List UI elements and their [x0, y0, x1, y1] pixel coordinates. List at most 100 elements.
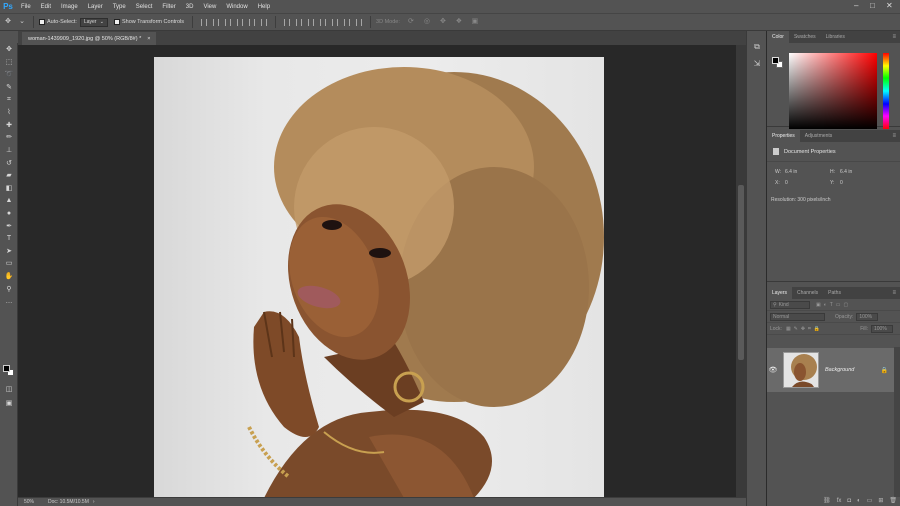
panel-menu-icon[interactable]: ≡ [892, 290, 896, 296]
zoom-level[interactable]: 50% [24, 499, 34, 505]
dodge-icon[interactable]: ● [0, 207, 18, 220]
close-tab-icon[interactable]: × [147, 36, 150, 42]
new-group-icon[interactable]: ▭ [867, 497, 873, 504]
type-icon[interactable]: T [0, 232, 18, 245]
path-select-icon[interactable]: ➤ [0, 245, 18, 258]
align-top-icon[interactable] [201, 18, 208, 26]
hue-slider[interactable] [883, 53, 889, 129]
y-value[interactable]: 0 [840, 180, 843, 186]
healing-icon[interactable]: ✚ [0, 119, 18, 132]
menu-file[interactable]: File [16, 4, 36, 10]
brush-icon[interactable]: ✏ [0, 131, 18, 144]
zoom-icon[interactable]: ⚲ [0, 282, 18, 295]
menu-type[interactable]: Type [108, 4, 131, 10]
3d-orbit-icon[interactable]: ⟳ [406, 17, 416, 27]
tab-swatches[interactable]: Swatches [789, 31, 821, 43]
panel-foreground-swatch[interactable] [772, 57, 779, 64]
distribute-vcenter-icon[interactable] [296, 18, 303, 26]
menu-help[interactable]: Help [253, 4, 275, 10]
move-icon[interactable]: ✥ [0, 43, 18, 56]
height-value[interactable]: 6.4 in [840, 169, 852, 175]
fill-field[interactable]: 100% [871, 324, 893, 333]
quick-select-icon[interactable]: ✎ [0, 81, 18, 94]
blend-mode-select[interactable]: Normal [770, 312, 825, 321]
color-picker-field[interactable] [789, 53, 877, 129]
menu-filter[interactable]: Filter [157, 4, 180, 10]
blur-icon[interactable]: ▲ [0, 194, 18, 207]
marquee-icon[interactable]: ⬚ [0, 56, 18, 69]
tab-adjustments[interactable]: Adjustments [800, 130, 838, 142]
move-tool-preset-icon[interactable]: ✥ [3, 17, 13, 27]
transform-controls-checkbox[interactable] [113, 19, 120, 25]
filter-type-icons[interactable]: ▣◐T▭▢ [816, 302, 851, 308]
history-brush-icon[interactable]: ↺ [0, 156, 18, 169]
tab-color[interactable]: Color [767, 31, 789, 43]
x-value[interactable]: 0 [785, 180, 830, 186]
menu-image[interactable]: Image [56, 4, 83, 10]
screen-mode-icon[interactable]: ▣ [0, 397, 18, 410]
layer-row-background[interactable]: 👁 Background 🔒 [767, 348, 894, 392]
menu-edit[interactable]: Edit [36, 4, 56, 10]
distribute-top-icon[interactable] [284, 18, 291, 26]
properties-panel-icon[interactable]: ⇲ [750, 57, 764, 69]
align-vcenter-icon[interactable] [213, 18, 220, 26]
new-layer-icon[interactable]: ⊞ [878, 497, 883, 504]
menu-layer[interactable]: Layer [83, 4, 108, 10]
more-icon[interactable]: … [0, 295, 18, 308]
eyedropper-icon[interactable]: ⌇ [0, 106, 18, 119]
pen-icon[interactable]: ✒ [0, 219, 18, 232]
3d-scale-icon[interactable]: ▣ [470, 17, 480, 27]
distribute-left-icon[interactable] [320, 18, 327, 26]
canvas-area[interactable] [18, 45, 746, 498]
auto-select-dropdown[interactable]: Layer ⌄ [79, 17, 108, 27]
hand-icon[interactable]: ✋ [0, 270, 18, 283]
distribute-hcenter-icon[interactable] [332, 18, 339, 26]
lasso-icon[interactable]: ➰ [0, 68, 18, 81]
menu-3d[interactable]: 3D [181, 4, 199, 10]
tab-libraries[interactable]: Libraries [821, 31, 850, 43]
kind-filter[interactable]: ⚲ Kind [770, 300, 810, 309]
align-hcenter-icon[interactable] [249, 18, 256, 26]
quick-mask-icon[interactable]: ◫ [0, 383, 18, 396]
rectangle-icon[interactable]: ▭ [0, 257, 18, 270]
close-window-button[interactable]: ✕ [886, 1, 893, 10]
gradient-icon[interactable]: ◧ [0, 182, 18, 195]
opacity-field[interactable]: 100% [856, 312, 879, 321]
align-left-icon[interactable] [237, 18, 244, 26]
minimize-button[interactable]: – [854, 1, 858, 10]
fx-icon[interactable]: fx [837, 498, 842, 504]
layers-scrollbar[interactable] [894, 347, 900, 497]
panel-menu-icon[interactable]: ≡ [892, 133, 896, 139]
menu-window[interactable]: Window [221, 4, 252, 10]
chevron-down-icon[interactable]: ⌄ [19, 17, 25, 27]
clone-stamp-icon[interactable]: ⊥ [0, 144, 18, 157]
menu-select[interactable]: Select [131, 4, 158, 10]
add-mask-icon[interactable]: ◘ [847, 498, 851, 504]
delete-layer-icon[interactable]: 🗑 [889, 497, 897, 504]
3d-roll-icon[interactable]: ◎ [422, 17, 432, 27]
auto-align-icon[interactable] [356, 18, 363, 26]
tab-layers[interactable]: Layers [767, 287, 793, 299]
width-value[interactable]: 6.4 in [785, 169, 830, 175]
panel-menu-icon[interactable]: ≡ [892, 34, 896, 40]
adjustment-layer-icon[interactable]: ◐ [857, 498, 861, 504]
tab-paths[interactable]: Paths [823, 287, 846, 299]
scroll-thumb[interactable] [738, 185, 744, 360]
link-layers-icon[interactable]: ⛓ [823, 497, 831, 504]
3d-pan-icon[interactable]: ✥ [438, 17, 448, 27]
document-image[interactable] [154, 57, 604, 498]
menu-view[interactable]: View [198, 4, 221, 10]
lock-options-icons[interactable]: ▦✎✥⌗🔒 [786, 326, 823, 332]
document-tab[interactable]: woman-1439909_1920.jpg @ 50% (RGB/8#) * … [22, 32, 157, 45]
maximize-button[interactable]: □ [870, 1, 875, 10]
auto-select-checkbox[interactable] [39, 19, 45, 25]
canvas-vertical-scrollbar[interactable] [736, 45, 746, 497]
align-right-icon[interactable] [261, 18, 268, 26]
eye-icon[interactable]: 👁 [767, 366, 779, 374]
3d-slide-icon[interactable]: ❖ [454, 17, 464, 27]
tab-properties[interactable]: Properties [767, 130, 800, 142]
chevron-right-icon[interactable]: › [93, 499, 95, 505]
distribute-right-icon[interactable] [344, 18, 351, 26]
distribute-bottom-icon[interactable] [308, 18, 315, 26]
foreground-color-swatch[interactable] [3, 365, 10, 372]
